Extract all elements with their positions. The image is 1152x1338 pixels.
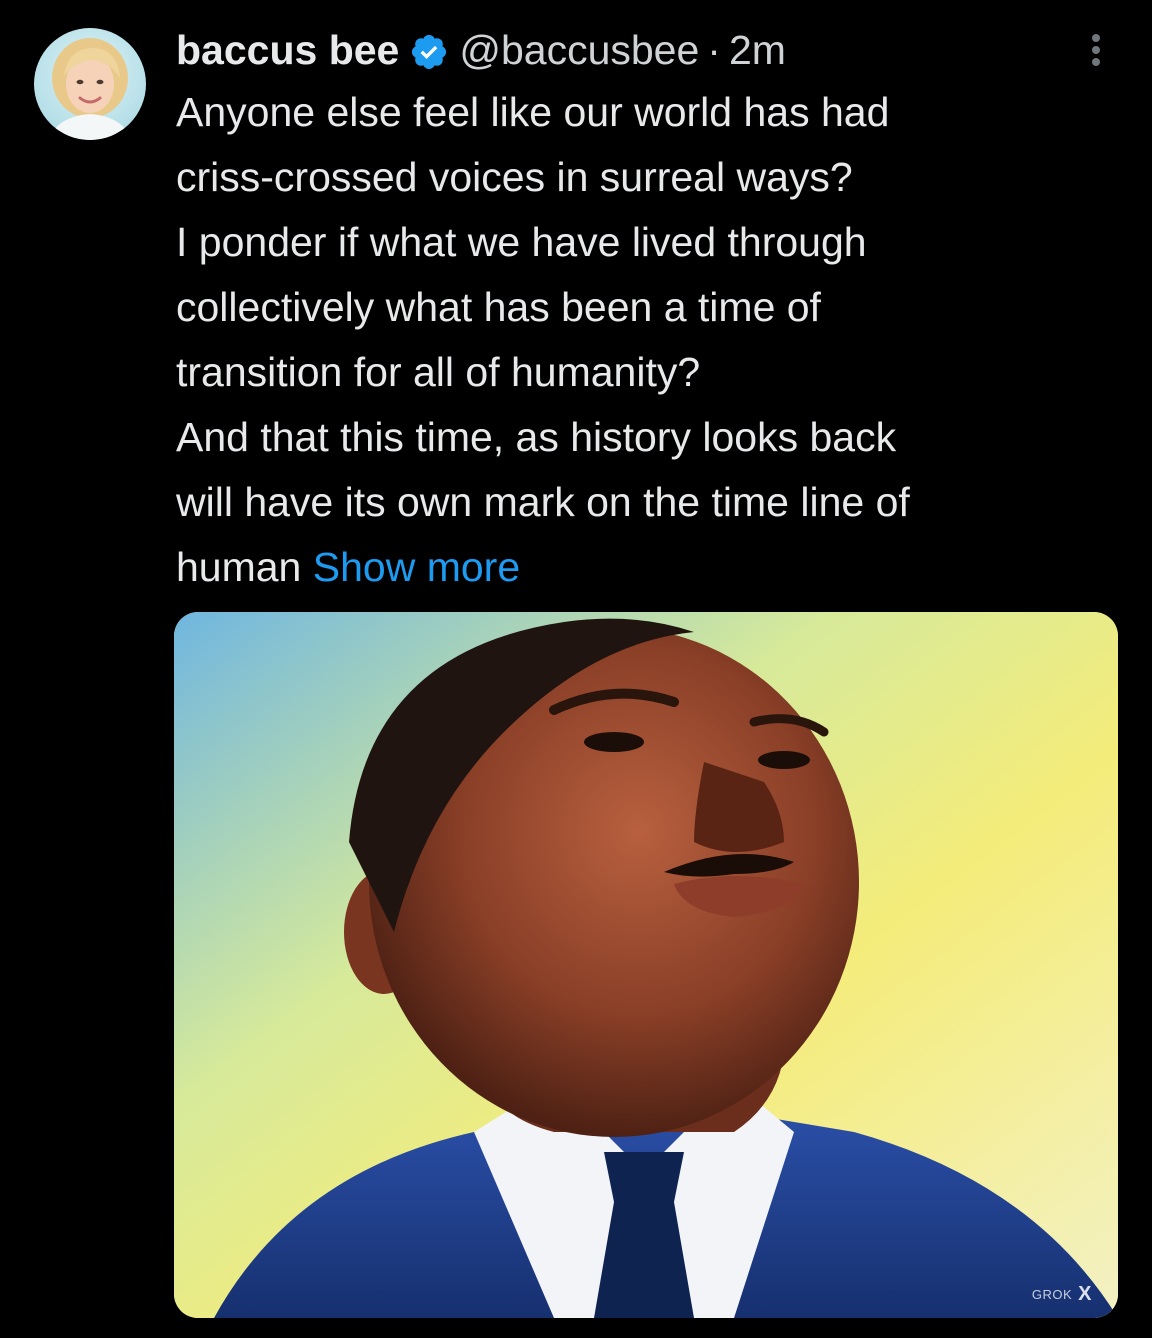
post-text-last-line: human Show more [176, 535, 1116, 600]
post-text-line: I ponder if what we have lived through [176, 219, 867, 265]
more-vertical-icon[interactable] [1080, 30, 1112, 70]
post-text-line: transition for all of humanity? [176, 349, 701, 395]
post-text-line: And that this time, as history looks bac… [176, 414, 897, 460]
avatar[interactable] [34, 28, 146, 140]
timestamp[interactable]: 2m [729, 22, 786, 78]
watermark-text: GROK [1031, 1287, 1073, 1302]
post-text-line: will have its own mark on the time line … [176, 479, 910, 525]
show-more-link[interactable]: Show more [313, 544, 520, 590]
post-text: Anyone else feel like our world has had … [176, 80, 1116, 600]
post-text-line: collectively what has been a time of [176, 284, 821, 330]
avatar-image [34, 28, 146, 140]
separator-dot: · [707, 27, 721, 73]
grok-watermark: GROK X [1032, 1283, 1092, 1306]
portrait-illustration [174, 612, 1118, 1318]
post-text-line: Anyone else feel like our world has had [176, 89, 890, 135]
watermark-x-logo: X [1078, 1283, 1092, 1305]
handle[interactable]: @baccusbee [459, 22, 699, 78]
post-media-image[interactable]: GROK X [174, 612, 1118, 1318]
post-header: baccus bee @baccusbee · 2m [176, 22, 786, 78]
post-text-line: criss-crossed voices in surreal ways? [176, 154, 853, 200]
verified-badge-icon [409, 30, 449, 70]
display-name[interactable]: baccus bee [176, 22, 399, 78]
post-text-tail: human [176, 544, 313, 590]
